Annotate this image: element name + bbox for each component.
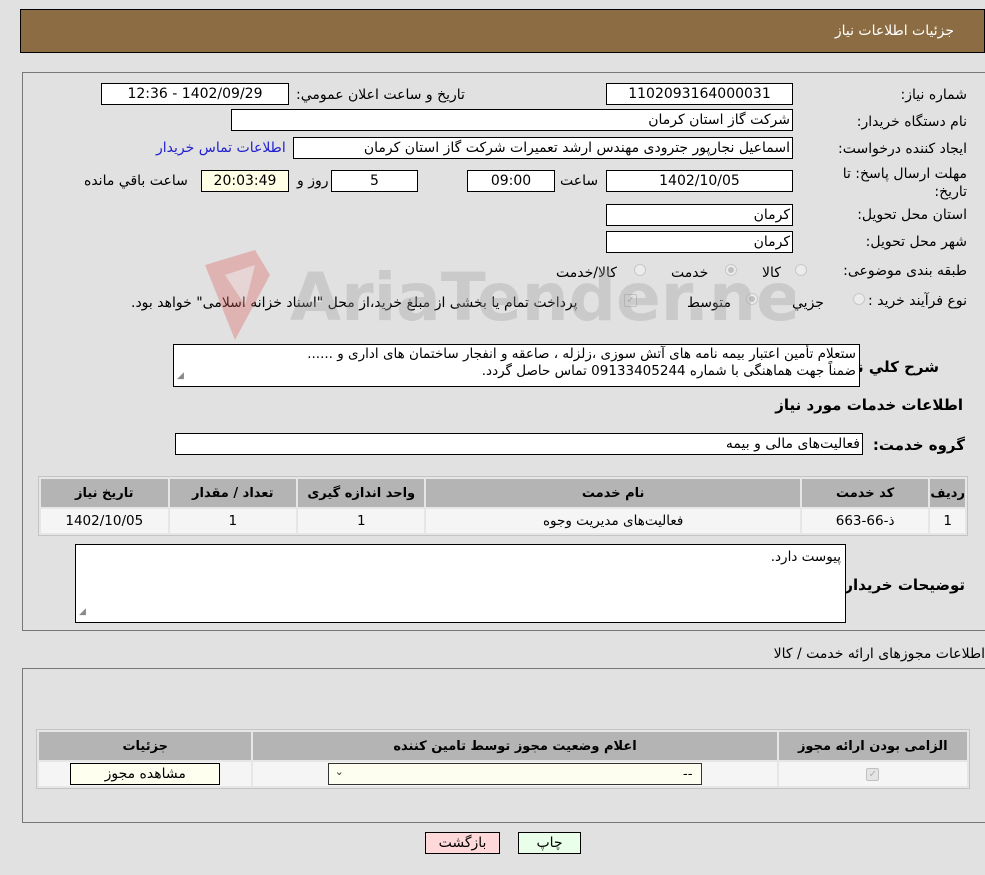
requester-label: ایجاد کننده درخواست: <box>838 141 967 157</box>
announce-label: تاریخ و ساعت اعلان عمومي: <box>296 87 465 103</box>
province-field: کرمان <box>606 204 793 226</box>
col-service-name: نام خدمت <box>426 479 800 507</box>
buyer-notes-textarea[interactable]: پیوست دارد. ◢ <box>75 544 846 623</box>
days-label: روز و <box>297 173 329 189</box>
permits-section-title: اطلاعات مجوزهای ارائه خدمت / کالا <box>773 646 985 662</box>
col-permit-required: الزامی بودن ارائه مجوز <box>778 732 967 760</box>
buyer-org-field: شرکت گاز استان کرمان <box>231 109 793 131</box>
permit-status-value: -- <box>682 766 693 782</box>
cell-permit-required: ✓ <box>778 762 967 786</box>
need-number-label: شماره نیاز: <box>900 87 968 103</box>
deadline-time-label: ساعت <box>560 173 599 189</box>
deadline-label: مهلت ارسال پاسخ: تا تاریخ: <box>842 166 967 200</box>
announce-field: 1402/09/29 - 12:36 <box>101 83 289 105</box>
services-table: ردیف کد خدمت نام خدمت واحد اندازه گیری ت… <box>38 476 968 536</box>
deadline-date-field: 1402/10/05 <box>606 170 793 192</box>
buyer-org-label: نام دستگاه خريدار: <box>856 114 967 130</box>
description-line-1: ستعلام تأمین اعتبار بیمه نامه های آتش سو… <box>307 346 856 362</box>
treasury-note: پرداخت تمام یا بخشی از مبلغ خرید،از محل … <box>131 295 578 311</box>
permit-required-checkbox[interactable]: ✓ <box>866 767 880 781</box>
services-table-header: ردیف کد خدمت نام خدمت واحد اندازه گیری ت… <box>41 479 965 507</box>
table-row: 1 ذ-66-663 فعالیت‌های مدیریت وجوه 1 1 14… <box>41 509 965 533</box>
service-group-field: فعالیت‌های مالی و بیمه <box>175 433 863 455</box>
requester-field: اسماعیل نجارپور جترودی مهندس ارشد تعمیرا… <box>293 137 793 159</box>
category-option-service: خدمت <box>671 265 709 281</box>
service-group-label: گروه خدمت: <box>872 436 965 454</box>
col-row: ردیف <box>930 479 965 507</box>
col-unit: واحد اندازه گیری <box>298 479 425 507</box>
cell-quantity: 1 <box>169 509 296 533</box>
province-label: استان محل تحویل: <box>857 207 967 223</box>
cell-service-code: ذ-66-663 <box>801 509 929 533</box>
cell-row: 1 <box>930 509 965 533</box>
view-permit-button[interactable]: مشاهده مجوز <box>70 763 221 785</box>
services-section-title: اطلاعات خدمات مورد نیاز <box>775 396 963 414</box>
permits-table-header: الزامی بودن ارائه مجوز اعلام وضعیت مجوز … <box>39 732 967 760</box>
buyer-notes-label: توضیحات خریدار: <box>838 576 965 594</box>
process-radio-medium[interactable] <box>746 293 758 305</box>
cell-permit-details: مشاهده مجوز <box>39 762 252 786</box>
city-label: شهر محل تحویل: <box>865 234 967 250</box>
buyer-notes-text: پیوست دارد. <box>770 549 841 565</box>
col-need-date: تاریخ نیاز <box>41 479 168 507</box>
remaining-time-field: 20:03:49 <box>201 170 289 192</box>
buyer-contact-link[interactable]: اطلاعات تماس خریدار <box>156 140 286 156</box>
description-line-2: ضمناً جهت هماهنگی با شماره 09133405244 ت… <box>481 363 856 379</box>
treasury-checkbox[interactable]: ✓ <box>624 294 637 307</box>
deadline-time-field: 09:00 <box>467 170 555 192</box>
col-service-code: کد خدمت <box>801 479 929 507</box>
process-option-medium: متوسط <box>687 295 731 311</box>
cell-permit-status: -- ⌄ <box>253 762 777 786</box>
category-option-goods-service: کالا/خدمت <box>556 265 617 281</box>
remaining-time-label: ساعت باقي مانده <box>84 173 188 189</box>
description-textarea[interactable]: ستعلام تأمین اعتبار بیمه نامه های آتش سو… <box>173 344 860 387</box>
chevron-down-icon: ⌄ <box>334 765 344 778</box>
category-radio-goods[interactable] <box>795 264 807 276</box>
page-header: جزئیات اطلاعات نیاز <box>20 9 985 53</box>
cell-need-date: 1402/10/05 <box>41 509 168 533</box>
category-option-goods: کالا <box>762 265 781 281</box>
col-permit-status: اعلام وضعیت مجوز توسط تامین کننده <box>253 732 777 760</box>
need-number-field: 1102093164000031 <box>606 83 793 105</box>
category-radio-goods-service[interactable] <box>634 264 646 276</box>
category-label: طبقه بندی موضوعی: <box>843 263 967 279</box>
col-permit-details: جزئیات <box>39 732 252 760</box>
permits-table: الزامی بودن ارائه مجوز اعلام وضعیت مجوز … <box>36 729 970 789</box>
permit-status-select[interactable]: -- ⌄ <box>327 763 702 785</box>
process-option-minor: جزيي <box>792 295 824 311</box>
page-title: جزئیات اطلاعات نیاز <box>834 23 954 39</box>
cell-service-name: فعالیت‌های مدیریت وجوه <box>426 509 800 533</box>
permits-table-wrapper: الزامی بودن ارائه مجوز اعلام وضعیت مجوز … <box>36 729 970 789</box>
process-radio-minor[interactable] <box>853 293 865 305</box>
back-button[interactable]: بازگشت <box>425 832 500 854</box>
process-label: نوع فرآیند خرید : <box>868 293 967 309</box>
days-remaining-field: 5 <box>331 170 418 192</box>
cell-unit: 1 <box>298 509 425 533</box>
category-radio-service[interactable] <box>725 264 737 276</box>
services-table-wrapper: ردیف کد خدمت نام خدمت واحد اندازه گیری ت… <box>38 476 968 536</box>
city-field: کرمان <box>606 231 793 253</box>
print-button[interactable]: چاپ <box>518 832 581 854</box>
resize-grip-icon[interactable]: ◢ <box>79 604 86 621</box>
col-quantity: تعداد / مقدار <box>169 479 296 507</box>
table-row: ✓ -- ⌄ مشاهده مجوز <box>39 762 967 786</box>
resize-grip-icon[interactable]: ◢ <box>177 368 184 385</box>
